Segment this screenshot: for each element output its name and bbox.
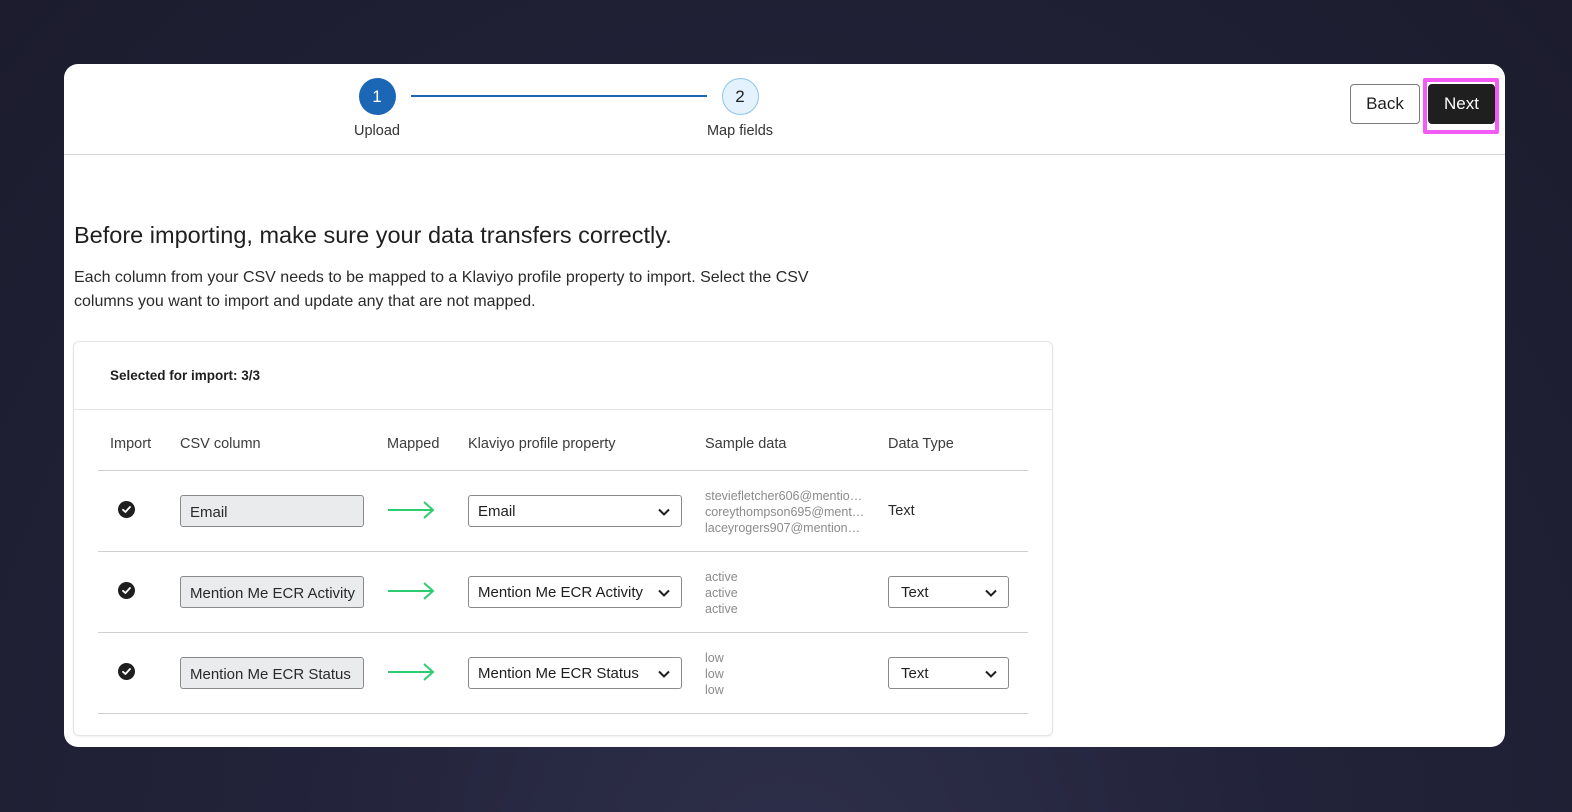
header-data-type: Data Type	[888, 436, 954, 452]
sample-value: steviefletcher606@mentionme.com	[705, 489, 865, 503]
checkmark-icon	[122, 587, 131, 594]
table-row: Mention Me ECR Activity Mention Me ECR A…	[98, 552, 1028, 633]
selected-value: Text	[901, 665, 929, 682]
header-sample-data: Sample data	[705, 436, 787, 452]
sample-value: low	[705, 667, 724, 681]
sample-value: low	[705, 651, 724, 665]
header-import: Import	[110, 436, 152, 452]
arrow-right-icon	[388, 582, 435, 600]
chevron-down-icon	[658, 589, 670, 597]
chevron-down-icon	[658, 670, 670, 678]
chevron-down-icon	[985, 589, 997, 597]
sample-data: active active active	[705, 569, 865, 617]
step-label: Map fields	[706, 123, 774, 139]
step-number-circle: 2	[721, 78, 759, 115]
checkmark-icon	[122, 668, 131, 675]
profile-property-select[interactable]: Email	[468, 495, 682, 527]
header-mapped: Mapped	[387, 436, 440, 452]
table-row: Email Email steviefletcher606@mentionme.…	[98, 471, 1028, 552]
sample-value: active	[705, 586, 738, 600]
step-map-fields[interactable]: 2 Map fields	[680, 78, 800, 139]
selected-value: Mention Me ECR Status	[478, 665, 639, 682]
sample-data: low low low	[705, 650, 865, 698]
sample-value: low	[705, 683, 724, 697]
page-title: Before importing, make sure your data tr…	[74, 222, 672, 248]
import-checkbox[interactable]	[118, 663, 135, 680]
arrow-right-icon	[388, 663, 435, 681]
import-modal: 1 Upload 2 Map fields Back Next Before i…	[64, 64, 1505, 747]
checkmark-icon	[122, 506, 131, 513]
selected-value: Mention Me ECR Activity	[478, 584, 644, 601]
profile-property-select[interactable]: Mention Me ECR Status	[468, 657, 682, 689]
stepper-progress-line	[411, 95, 707, 97]
sample-value: coreythompson695@mentionme.com	[705, 505, 865, 519]
csv-column-field: Mention Me ECR Activity	[180, 576, 364, 608]
csv-column-field: Mention Me ECR Status	[180, 657, 364, 689]
table-header: Import CSV column Mapped Klaviyo profile…	[98, 410, 1028, 471]
step-number-circle: 1	[358, 78, 396, 115]
table-row: Mention Me ECR Status Mention Me ECR Sta…	[98, 633, 1028, 714]
data-type-select[interactable]: Text	[888, 657, 1009, 689]
page-description: Each column from your CSV needs to be ma…	[74, 269, 809, 310]
sample-data: steviefletcher606@mentionme.com coreytho…	[705, 488, 865, 536]
step-upload[interactable]: 1 Upload	[317, 78, 437, 139]
profile-property-select[interactable]: Mention Me ECR Activity	[468, 576, 682, 608]
card-header: Selected for import: 3/3	[74, 342, 1052, 410]
header-profile-property: Klaviyo profile property	[468, 436, 616, 452]
chevron-down-icon	[985, 670, 997, 678]
sample-value: laceyrogers907@mentionme.com	[705, 521, 865, 535]
chevron-down-icon	[658, 508, 670, 516]
step-label: Upload	[354, 123, 400, 139]
data-type-select[interactable]: Text	[888, 576, 1009, 608]
selected-count: Selected for import: 3/3	[110, 368, 261, 383]
selected-value: Email	[478, 503, 516, 520]
mapping-card: Selected for import: 3/3 Import CSV colu…	[73, 341, 1053, 736]
next-button[interactable]: Next	[1428, 84, 1495, 124]
import-checkbox[interactable]	[118, 582, 135, 599]
selected-value: Text	[901, 584, 929, 601]
sample-value: active	[705, 570, 738, 584]
data-type-text: Text	[888, 503, 915, 519]
arrow-right-icon	[388, 501, 435, 519]
header-csv-column: CSV column	[180, 436, 261, 452]
back-button[interactable]: Back	[1350, 84, 1420, 124]
csv-column-field: Email	[180, 495, 364, 527]
top-bar: 1 Upload 2 Map fields Back Next	[64, 64, 1505, 155]
import-checkbox[interactable]	[118, 501, 135, 518]
mapping-table: Import CSV column Mapped Klaviyo profile…	[98, 410, 1028, 714]
sample-value: active	[705, 602, 738, 616]
